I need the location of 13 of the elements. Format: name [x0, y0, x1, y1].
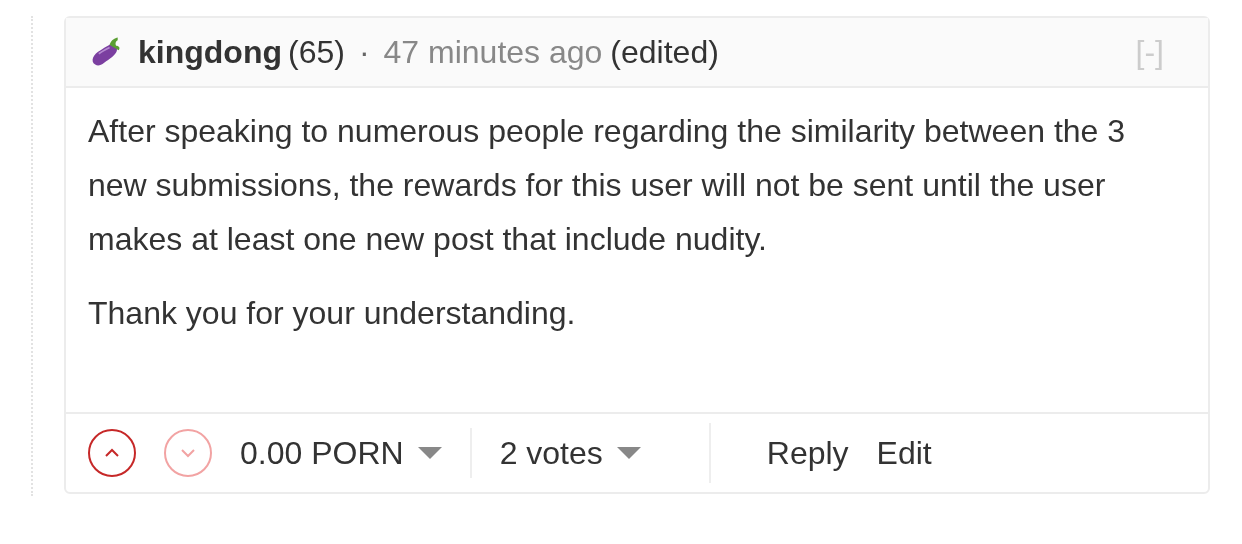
action-link[interactable]: Edit	[876, 434, 932, 472]
edited-label: (edited)	[610, 33, 719, 71]
caret-icon[interactable]	[417, 447, 442, 459]
reputation: (65)	[287, 33, 345, 71]
comment-text: Thank you for your understanding.	[88, 294, 577, 333]
comment-text: After speaking to numerous people regarding the similarity between the 3 new submissions, the rewards for this user will not be sent until the user makes at least one new post that include nudity.	[88, 112, 1127, 259]
vote-count[interactable]: 2 votes	[499, 434, 603, 472]
payout-amount[interactable]: 0.00 PORN	[240, 434, 404, 472]
action-link[interactable]: Reply	[766, 434, 849, 472]
caret-icon[interactable]	[616, 447, 641, 459]
author-name[interactable]: kingdong	[138, 33, 282, 71]
separator: ·	[358, 33, 370, 71]
upvote-button[interactable]	[88, 429, 136, 477]
